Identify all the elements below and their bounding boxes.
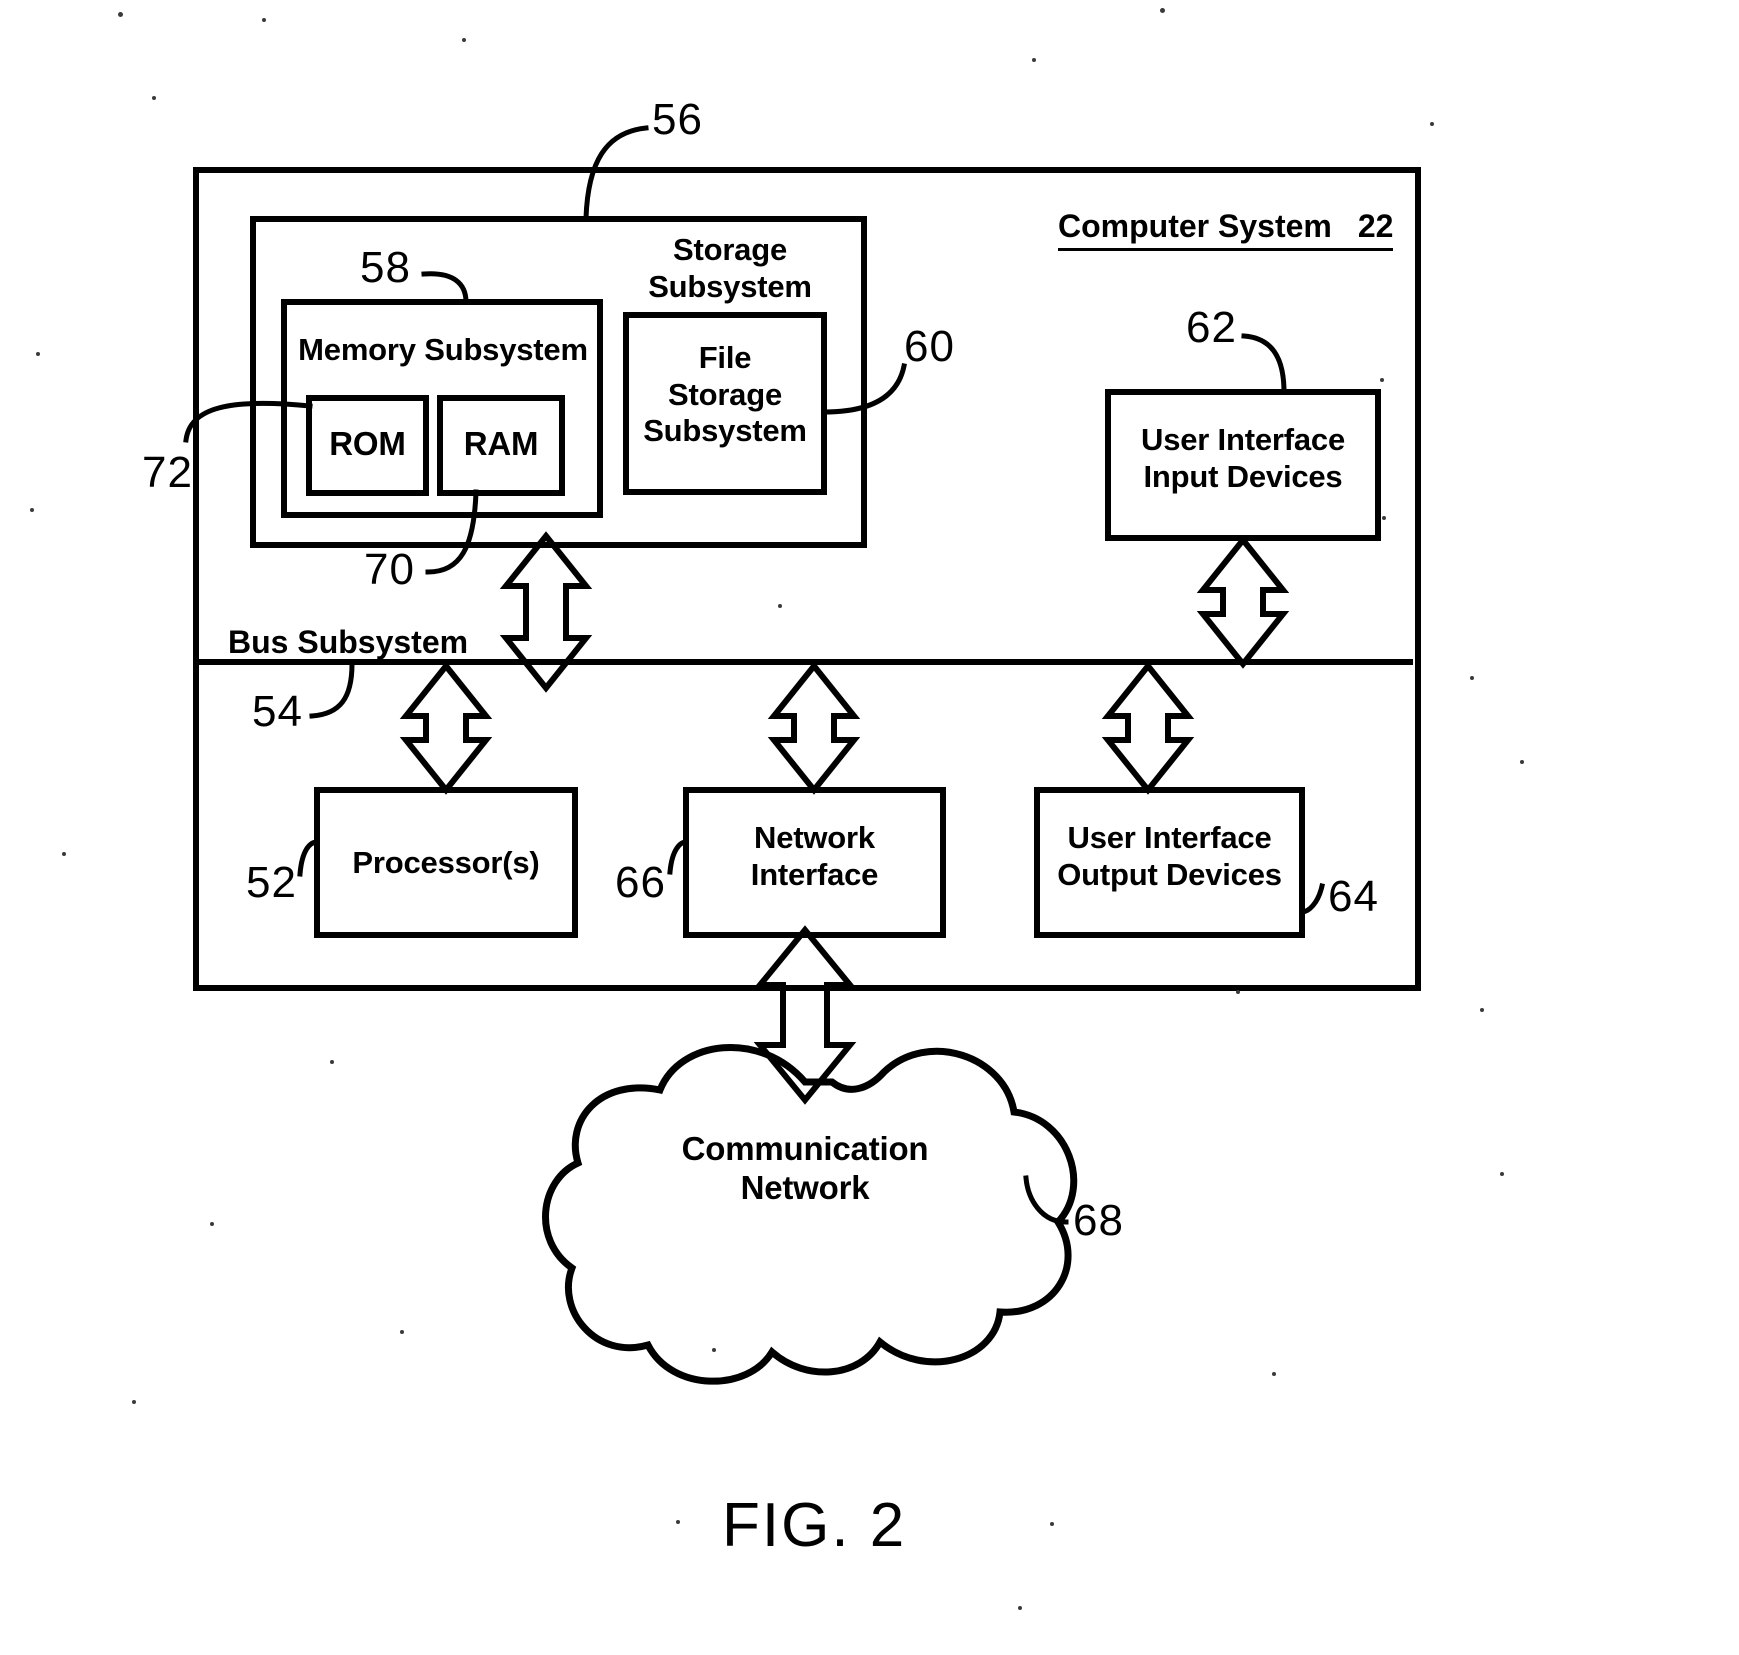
scan-speck: [712, 1348, 716, 1352]
computer-system-title-text: Computer System: [1058, 208, 1332, 244]
scan-speck: [1050, 1522, 1054, 1526]
refnum-64: 64: [1328, 872, 1379, 921]
arrow-network-interface-to-bus: [767, 661, 861, 795]
arrow-processor-to-bus: [399, 661, 493, 795]
refnum-70: 70: [364, 545, 415, 594]
refnum-58: 58: [360, 243, 411, 292]
processors-label: Processor(s): [352, 845, 540, 880]
figure-caption: FIG. 2: [722, 1491, 907, 1560]
scan-speck: [1032, 58, 1036, 62]
storage-subsystem-label: Storage Subsystem: [648, 232, 812, 304]
arrow-ui-input-to-bus: [1196, 535, 1290, 669]
scan-speck: [1470, 676, 1474, 680]
scan-speck: [1236, 990, 1240, 994]
scan-speck: [62, 852, 66, 856]
communication-network-label: Communication Network: [681, 1130, 929, 1206]
arrow-ui-output-to-bus: [1101, 661, 1195, 795]
leader-58: [421, 271, 469, 305]
scan-speck: [778, 604, 782, 608]
refnum-72: 72: [142, 448, 193, 497]
arrow-storage-to-bus: [499, 531, 593, 693]
scan-speck: [30, 508, 34, 512]
ram-label: RAM: [463, 425, 539, 462]
scan-speck: [676, 1520, 680, 1524]
scan-speck: [1382, 516, 1386, 520]
scan-speck: [462, 38, 466, 42]
scan-speck: [1272, 1372, 1276, 1376]
computer-system-title: Computer System 22: [1058, 208, 1394, 251]
scan-speck: [400, 1330, 404, 1334]
refnum-54: 54: [252, 687, 303, 736]
refnum-60: 60: [904, 322, 955, 371]
scan-speck: [1018, 1606, 1022, 1610]
scan-speck: [262, 18, 266, 22]
scan-speck: [1500, 1172, 1504, 1176]
scan-speck: [1380, 378, 1384, 382]
refnum-68: 68: [1073, 1196, 1124, 1245]
leader-70: [425, 489, 479, 575]
scan-speck: [330, 1060, 334, 1064]
file-storage-subsystem-label: File Storage Subsystem: [643, 340, 807, 449]
scan-speck: [1480, 1008, 1484, 1012]
user-interface-input-devices-label: User Interface Input Devices: [1141, 422, 1345, 494]
computer-system-title-refnum: 22: [1357, 208, 1394, 244]
refnum-62: 62: [1186, 303, 1237, 352]
arrow-network-to-cloud: [753, 925, 857, 1105]
scan-speck: [1430, 122, 1434, 126]
scan-speck: [152, 96, 156, 100]
leader-54: [309, 661, 355, 719]
refnum-66: 66: [615, 858, 666, 907]
scan-speck: [1160, 8, 1165, 13]
user-interface-output-devices-label: User Interface Output Devices: [1057, 820, 1282, 892]
scan-speck: [36, 352, 40, 356]
patent-figure: Computer System 22 Storage Subsystem Memo…: [0, 0, 1739, 1655]
refnum-52: 52: [246, 858, 297, 907]
leader-62: [1241, 333, 1287, 395]
network-interface-label: Network Interface: [750, 820, 879, 892]
rom-label: ROM: [329, 425, 406, 462]
scan-speck: [210, 1222, 214, 1226]
scan-speck: [1520, 760, 1524, 764]
refnum-56: 56: [652, 95, 703, 144]
leader-72: [183, 400, 313, 443]
scan-speck: [118, 12, 123, 17]
memory-subsystem-label: Memory Subsystem: [298, 332, 588, 367]
bus-subsystem-label: Bus Subsystem: [228, 624, 469, 660]
scan-speck: [132, 1400, 136, 1404]
